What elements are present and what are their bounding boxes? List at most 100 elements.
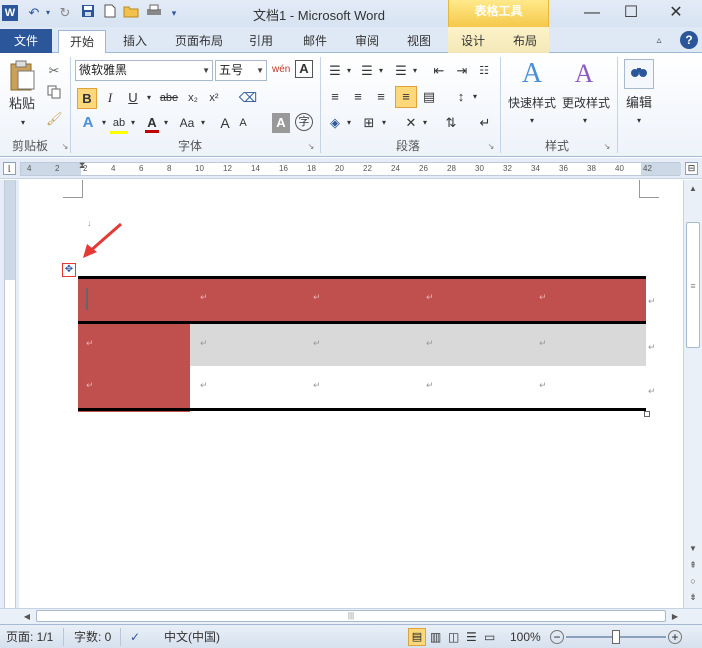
clear-formatting-icon[interactable]: ⌫	[238, 88, 258, 108]
numbering-dropdown-icon[interactable]: ▾	[377, 61, 385, 81]
shrink-font-button[interactable]: A	[235, 113, 251, 133]
font-size-combo[interactable]: 五号 ▼	[215, 60, 267, 81]
enclose-characters-button[interactable]: 字	[295, 113, 313, 131]
zoom-slider-thumb[interactable]	[612, 630, 620, 644]
text-direction-icon[interactable]: ✕	[402, 113, 420, 133]
redo-icon[interactable]: ↻	[57, 4, 73, 22]
font-color-dropdown-icon[interactable]: ▾	[161, 113, 171, 133]
scroll-right-icon[interactable]: ▶	[668, 610, 682, 623]
next-page-icon[interactable]: ⇟	[685, 590, 701, 604]
justify-icon[interactable]: ≡	[395, 86, 417, 108]
bullets-dropdown-icon[interactable]: ▾	[345, 61, 353, 81]
change-styles-dropdown-icon[interactable]: ▾	[580, 111, 590, 131]
text-effects-dropdown-icon[interactable]: ▾	[99, 113, 109, 133]
superscript-button[interactable]: x²	[205, 88, 223, 108]
tab-layout[interactable]: 布局	[504, 30, 546, 53]
horizontal-ruler[interactable]: ⧗ 4 2 2 4 6 8 10 12 14 16 18 20 22 24 26 28 30 32 34 36 38 40…	[20, 160, 681, 176]
change-styles-button[interactable]: 更改样式	[557, 93, 615, 113]
zoom-out-icon[interactable]: −	[550, 630, 564, 644]
text-effects-icon[interactable]: A	[77, 113, 99, 133]
cut-icon[interactable]: ✂	[46, 61, 62, 81]
tab-page-layout[interactable]: 页面布局	[168, 30, 230, 53]
save-icon[interactable]	[80, 4, 96, 22]
paste-button[interactable]: 粘贴	[4, 94, 40, 114]
highlight-color-icon[interactable]: ab	[110, 113, 128, 134]
customize-toolbar-icon[interactable]: ▾	[168, 4, 180, 22]
borders-icon[interactable]: ⊞	[360, 113, 378, 133]
word-app-icon[interactable]: W	[2, 5, 18, 21]
character-border-icon[interactable]: A	[295, 60, 313, 78]
quick-styles-icon[interactable]: A	[515, 57, 549, 91]
italic-button[interactable]: I	[100, 88, 120, 108]
underline-dropdown-icon[interactable]: ▾	[144, 88, 154, 108]
font-launcher-icon[interactable]: ↘	[306, 137, 316, 157]
table-row-2[interactable]	[190, 324, 646, 366]
horizontal-scroll-thumb[interactable]: |||	[36, 610, 666, 622]
new-document-icon[interactable]	[102, 4, 118, 22]
view-ruler-toggle-icon[interactable]: ⊟	[685, 162, 698, 175]
draft-view-icon[interactable]: ▭	[484, 629, 495, 645]
quick-styles-button[interactable]: 快速样式	[503, 93, 561, 113]
horizontal-scrollbar[interactable]: ◀ ||| ▶	[0, 608, 702, 624]
editing-button[interactable]: 编辑	[621, 93, 657, 113]
close-button[interactable]: ✕	[656, 2, 696, 24]
decrease-indent-icon[interactable]: ⇤	[430, 61, 448, 81]
tab-selector-icon[interactable]: ⌊	[3, 162, 16, 175]
proofing-icon[interactable]: ✓	[130, 629, 140, 645]
document-canvas[interactable]: ↓ ✥ ↵ ↵ ↵ ↵ ↵ ↵ ↵ ↵ ↵ ↵ ↵ ↵ ↵ ↵ ↵ ↵ ↵	[19, 180, 683, 608]
print-layout-view-icon[interactable]: ▤	[408, 628, 426, 646]
change-styles-icon[interactable]: A	[567, 57, 601, 91]
chinese-layout-icon[interactable]: ☷	[475, 61, 493, 81]
change-case-button[interactable]: Aa	[176, 113, 198, 133]
numbering-icon[interactable]: ☰	[358, 61, 376, 81]
undo-dropdown-icon[interactable]: ▾	[44, 4, 52, 22]
align-left-icon[interactable]: ≡	[326, 87, 344, 107]
font-size-dropdown-icon[interactable]: ▼	[256, 61, 264, 80]
help-icon[interactable]: ?	[680, 31, 698, 49]
strikethrough-button[interactable]: abe	[157, 88, 181, 108]
web-layout-view-icon[interactable]: ◫	[448, 629, 459, 645]
underline-button[interactable]: U	[123, 88, 143, 108]
tab-review[interactable]: 审阅	[346, 30, 388, 53]
change-case-dropdown-icon[interactable]: ▾	[198, 113, 208, 133]
quick-styles-dropdown-icon[interactable]: ▾	[527, 111, 537, 131]
align-right-icon[interactable]: ≡	[372, 87, 390, 107]
language-status[interactable]: 中文(中国)	[164, 629, 220, 645]
line-spacing-icon[interactable]: ↕	[452, 87, 470, 107]
editing-dropdown-icon[interactable]: ▾	[634, 111, 644, 131]
open-folder-icon[interactable]	[123, 4, 139, 22]
minimize-button[interactable]: —	[572, 2, 612, 24]
table[interactable]: ↵ ↵ ↵ ↵ ↵ ↵ ↵ ↵ ↵ ↵ ↵ ↵ ↵ ↵	[78, 276, 646, 412]
paste-dropdown-icon[interactable]: ▾	[18, 113, 28, 133]
subscript-button[interactable]: x₂	[184, 88, 202, 108]
copy-icon[interactable]	[46, 85, 62, 105]
clipboard-launcher-icon[interactable]: ↘	[60, 137, 70, 157]
borders-dropdown-icon[interactable]: ▾	[380, 113, 388, 133]
find-binoculars-icon[interactable]	[624, 59, 654, 89]
vertical-scroll-thumb[interactable]: ≡	[686, 222, 700, 348]
minimize-ribbon-icon[interactable]: ▵	[652, 30, 666, 53]
undo-icon[interactable]: ↶	[26, 4, 42, 22]
multilevel-dropdown-icon[interactable]: ▾	[411, 61, 419, 81]
tab-view[interactable]: 视图	[398, 30, 440, 53]
maximize-button[interactable]: ☐	[611, 2, 651, 24]
styles-launcher-icon[interactable]: ↘	[602, 137, 612, 157]
font-name-combo[interactable]: 微软雅黑 ▼	[75, 60, 213, 81]
vertical-scrollbar[interactable]: ▲ ≡ ▼ ⇞ ○ ⇟	[683, 180, 702, 608]
outline-view-icon[interactable]: ☰	[466, 629, 477, 645]
page-count-status[interactable]: 页面: 1/1	[6, 629, 53, 645]
text-direction-dropdown-icon[interactable]: ▾	[421, 113, 429, 133]
word-count-status[interactable]: 字数: 0	[74, 629, 111, 645]
font-name-dropdown-icon[interactable]: ▼	[202, 61, 210, 80]
table-move-handle-icon[interactable]: ✥	[62, 263, 76, 277]
table-row-3[interactable]	[190, 366, 646, 412]
increase-indent-icon[interactable]: ⇥	[453, 61, 471, 81]
previous-page-icon[interactable]: ⇞	[685, 558, 701, 572]
zoom-level[interactable]: 100%	[510, 629, 541, 645]
tab-mailings[interactable]: 邮件	[294, 30, 336, 53]
highlight-dropdown-icon[interactable]: ▾	[128, 113, 138, 133]
line-spacing-dropdown-icon[interactable]: ▾	[471, 87, 479, 107]
tab-home[interactable]: 开始	[58, 30, 106, 54]
grow-font-button[interactable]: A	[217, 113, 233, 133]
align-center-icon[interactable]: ≡	[349, 87, 367, 107]
